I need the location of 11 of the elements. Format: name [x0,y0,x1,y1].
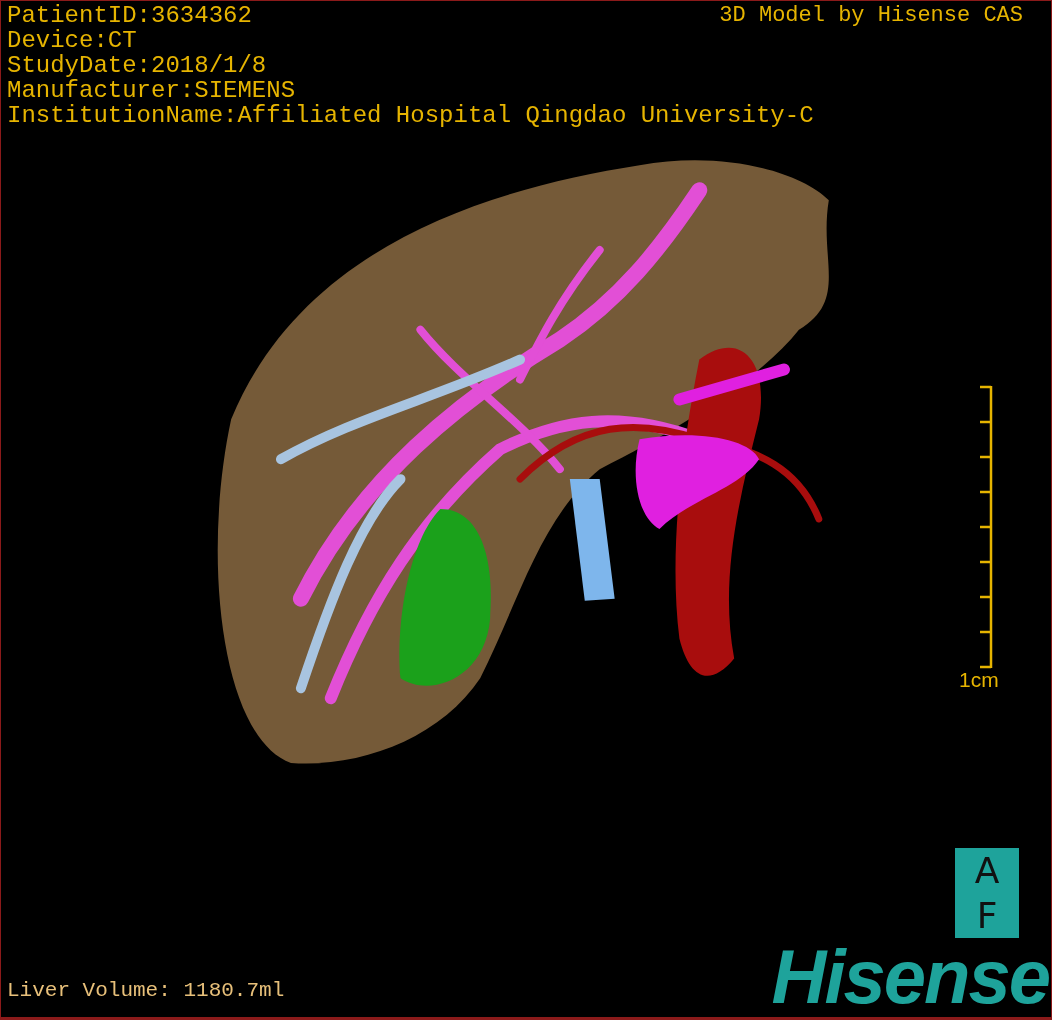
liver-volume-text: Liver Volume: 1180.7ml [7,979,285,1003]
patient-info-text: Manufacturer:SIEMENS [7,78,296,103]
orientation-letter: F [976,896,998,935]
brand-logo: Hisense [771,939,1049,1015]
patient-info-text: InstitutionName:Affiliated Hospital Qingdao University-C [7,103,814,128]
patient-info-text: PatientID:3634362 [7,3,252,28]
scale-label: 1cm [959,669,999,691]
orientation-letter: A [974,851,1000,890]
model-credit-text: 3D Model by Hisense CAS [719,4,1023,28]
patient-info-text: StudyDate:2018/1/8 [7,53,267,78]
patient-info-text: Device:CT [7,28,137,53]
